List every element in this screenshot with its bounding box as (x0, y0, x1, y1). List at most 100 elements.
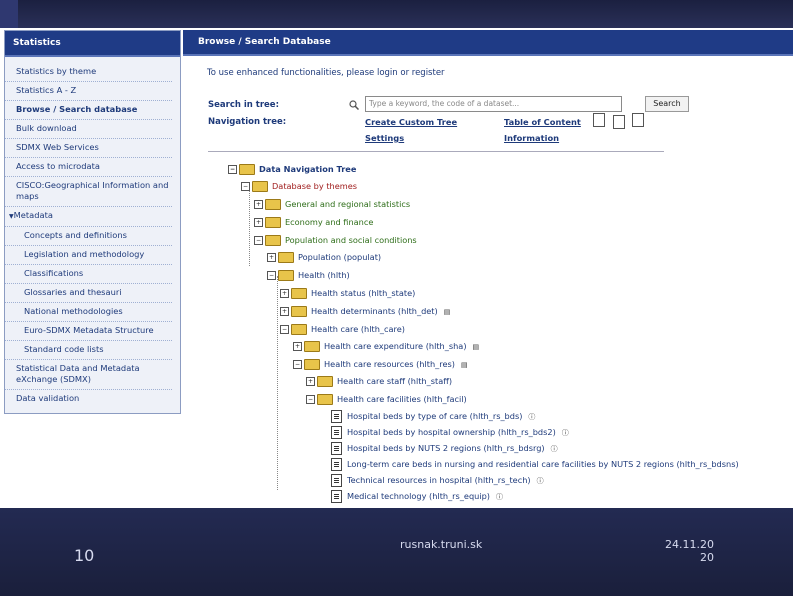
sidebar-item-classifications[interactable]: Classifications (5, 265, 172, 284)
expand-icon[interactable]: + (267, 253, 276, 262)
sidebar-item-code-lists[interactable]: Standard code lists (5, 341, 172, 360)
search-input[interactable]: Type a keyword, the code of a dataset... (365, 96, 622, 112)
html-icon[interactable] (613, 115, 625, 129)
expand-icon[interactable]: + (280, 289, 289, 298)
folder-icon (265, 199, 281, 210)
sidebar-item-metadata[interactable]: ▼Metadata (5, 207, 172, 227)
info-icon[interactable]: ⓘ (551, 442, 558, 457)
folder-open-icon (304, 359, 320, 370)
text-file-icon[interactable] (632, 113, 644, 127)
login-notice[interactable]: To use enhanced functionalities, please … (207, 68, 445, 78)
tree-label: Medical technology (hlth_rs_equip) (347, 491, 491, 501)
tree-node-health-determinants[interactable]: + Health determinants (hlth_det) ▤ (280, 304, 450, 319)
folder-icon (291, 306, 307, 317)
metadata-icon[interactable]: ▤ (444, 305, 451, 320)
metadata-icon[interactable]: ▤ (473, 340, 480, 355)
tree-root[interactable]: − Data Navigation Tree (228, 162, 356, 177)
folder-icon (278, 252, 294, 263)
information-link[interactable]: Information (504, 133, 559, 143)
sidebar-item-statistics-a-z[interactable]: Statistics A - Z (5, 82, 172, 101)
collapse-icon[interactable]: − (241, 182, 250, 191)
info-icon[interactable]: ⓘ (562, 426, 569, 441)
collapse-icon[interactable]: − (306, 395, 315, 404)
tree-table-hospital-beds-type[interactable]: Hospital beds by type of care (hlth_rs_b… (331, 409, 535, 424)
tree-table-hospital-beds-nuts2[interactable]: Hospital beds by NUTS 2 regions (hlth_rs… (331, 441, 558, 456)
tree-node-health[interactable]: − Health (hlth) (267, 268, 350, 283)
sidebar-item-legislation[interactable]: Legislation and methodology (5, 246, 172, 265)
navigation-tree-label: Navigation tree: (208, 117, 287, 127)
sidebar-item-cisco[interactable]: CISCO:Geographical Information and maps (5, 177, 172, 207)
search-label: Search in tree: (208, 100, 279, 110)
folder-icon (265, 217, 281, 228)
table-icon (331, 426, 342, 439)
collapse-icon[interactable]: − (293, 360, 302, 369)
sidebar-item-browse-search[interactable]: Browse / Search database (5, 101, 172, 120)
footer-date-line1: 24.11.20 (665, 538, 714, 551)
sidebar-item-glossaries[interactable]: Glossaries and thesauri (5, 284, 172, 303)
tree-node-hc-facilities[interactable]: − Health care facilities (hlth_facil) (306, 392, 467, 407)
tree-node-population[interactable]: + Population (populat) (267, 250, 381, 265)
sidebar-item-statistics-by-theme[interactable]: Statistics by theme (5, 63, 172, 82)
folder-open-icon (278, 270, 294, 281)
info-icon[interactable]: ⓘ (496, 490, 503, 505)
tree-table-long-term-care-beds[interactable]: Long-term care beds in nursing and resid… (331, 457, 739, 472)
metadata-icon[interactable]: ▤ (461, 358, 468, 373)
sidebar-item-concepts[interactable]: Concepts and definitions (5, 227, 172, 246)
sidebar-item-microdata[interactable]: Access to microdata (5, 158, 172, 177)
tree-label: Long-term care beds in nursing and resid… (347, 459, 739, 469)
footer-date-line2: 20 (700, 551, 714, 564)
footer-date: 24.11.20 20 (664, 538, 714, 564)
folder-open-icon (265, 235, 281, 246)
tree-table-hospital-beds-ownership[interactable]: Hospital beds by hospital ownership (hlt… (331, 425, 569, 440)
screenshot-area: Statistics Statistics by theme Statistic… (0, 28, 793, 508)
tree-label: Health care facilities (hlth_facil) (337, 394, 467, 404)
sidebar-item-euro-sdmx[interactable]: Euro-SDMX Metadata Structure (5, 322, 172, 341)
table-icon (331, 474, 342, 487)
tree-label: Economy and finance (285, 217, 374, 227)
sidebar-item-bulk-download[interactable]: Bulk download (5, 120, 172, 139)
tree-node-hc-staff[interactable]: + Health care staff (hlth_staff) (306, 374, 452, 389)
slide-footer: 10 rusnak.truni.sk 24.11.20 20 (0, 508, 793, 596)
tree-node-hc-resources[interactable]: − Health care resources (hlth_res) ▤ (293, 357, 468, 372)
sidebar-item-sdmx[interactable]: Statistical Data and Metadata eXchange (… (5, 360, 172, 390)
tree-table-medical-technology[interactable]: Medical technology (hlth_rs_equip) ⓘ (331, 489, 503, 504)
info-icon[interactable]: ⓘ (528, 410, 535, 425)
footer-site: rusnak.truni.sk (400, 538, 483, 551)
tree-node-economy[interactable]: + Economy and finance (254, 215, 373, 230)
sidebar-item-data-validation[interactable]: Data validation (5, 390, 172, 408)
sidebar: Statistics Statistics by theme Statistic… (4, 30, 181, 414)
table-of-content-link[interactable]: Table of Content (504, 117, 581, 127)
collapse-icon[interactable]: − (228, 165, 237, 174)
tree-node-hc-expenditure[interactable]: + Health care expenditure (hlth_sha) ▤ (293, 339, 479, 354)
collapse-icon[interactable]: − (280, 325, 289, 334)
create-custom-tree-link[interactable]: Create Custom Tree (365, 117, 457, 127)
tree-node-health-care[interactable]: − Health care (hlth_care) (280, 322, 405, 337)
sidebar-item-national-methodologies[interactable]: National methodologies (5, 303, 172, 322)
tree-node-database-by-themes[interactable]: − Database by themes (241, 179, 357, 194)
tree-label: Health care expenditure (hlth_sha) (324, 341, 467, 351)
expand-icon[interactable]: + (293, 342, 302, 351)
tree-label: Health determinants (hlth_det) (311, 306, 438, 316)
tree-label: Hospital beds by hospital ownership (hlt… (347, 427, 556, 437)
collapse-icon[interactable]: − (267, 271, 276, 280)
search-button[interactable]: Search (645, 96, 689, 112)
tree-label: Data Navigation Tree (259, 164, 357, 174)
expand-icon[interactable]: + (306, 377, 315, 386)
expand-icon[interactable]: + (254, 200, 263, 209)
expand-icon[interactable]: + (280, 307, 289, 316)
info-icon[interactable]: ⓘ (537, 474, 544, 489)
collapse-icon[interactable]: − (254, 236, 263, 245)
folder-open-icon (317, 394, 333, 405)
sidebar-item-sdmx-web-services[interactable]: SDMX Web Services (5, 139, 172, 158)
pdf-icon[interactable] (593, 113, 605, 127)
navigation-tree-row: Navigation tree: Create Custom Tree Sett… (208, 113, 664, 152)
tree-node-population-social[interactable]: − Population and social conditions (254, 233, 417, 248)
tree-node-health-status[interactable]: + Health status (hlth_state) (280, 286, 415, 301)
page-title: Browse / Search Database (183, 30, 793, 56)
tree-node-general[interactable]: + General and regional statistics (254, 197, 410, 212)
tree-table-technical-resources[interactable]: Technical resources in hospital (hlth_rs… (331, 473, 544, 488)
slide-page-number: 10 (74, 546, 95, 565)
folder-open-icon (252, 181, 268, 192)
expand-icon[interactable]: + (254, 218, 263, 227)
settings-link[interactable]: Settings (365, 133, 404, 143)
